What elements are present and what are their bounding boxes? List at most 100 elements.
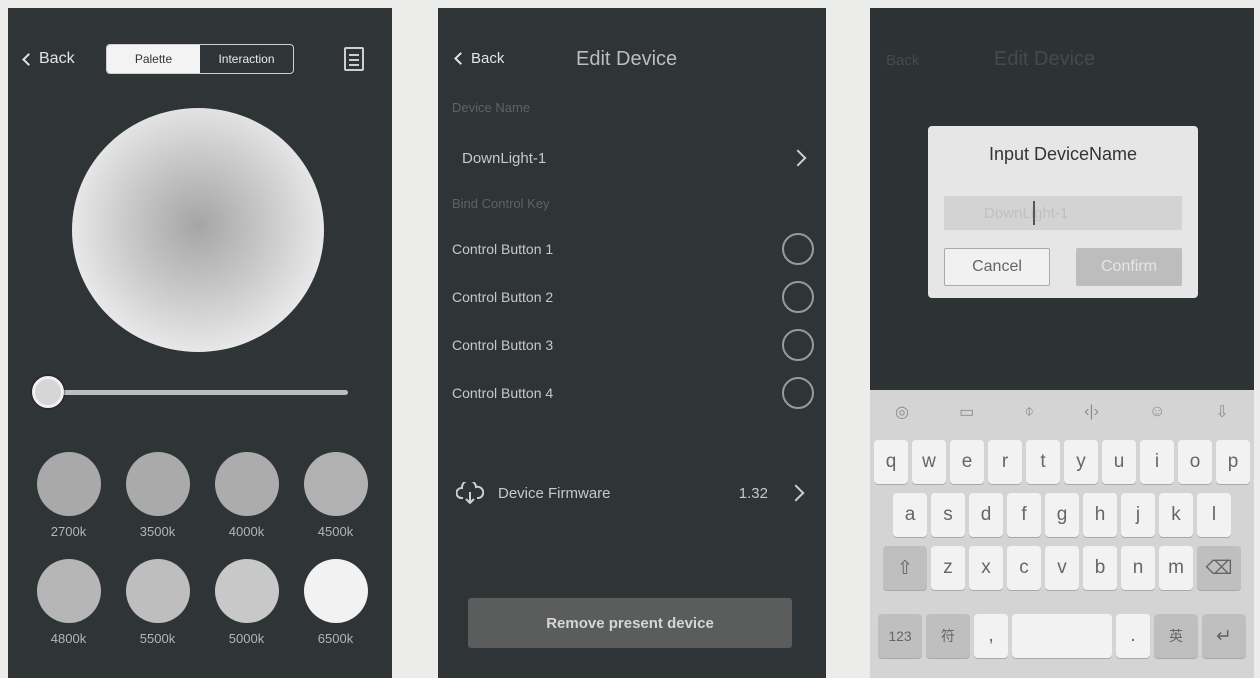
keyboard-logo-icon[interactable]: ◎ <box>895 402 909 422</box>
shift-key-icon[interactable]: ⇧ <box>883 546 927 590</box>
key[interactable]: d <box>969 493 1003 537</box>
device-name-row[interactable]: DownLight-1 <box>452 144 814 172</box>
radio-circle-icon[interactable] <box>782 233 814 265</box>
radio-circle-icon[interactable] <box>782 329 814 361</box>
radio-circle-icon[interactable] <box>782 377 814 409</box>
keyboard-row-3: ⇧ z x c v b n m ⌫ <box>870 546 1254 590</box>
enter-key-icon[interactable]: ↵ <box>1202 614 1246 658</box>
key[interactable]: f <box>1007 493 1041 537</box>
preset-swatch[interactable]: 4800k <box>24 559 113 646</box>
swatch-dot[interactable] <box>303 452 368 516</box>
color-temperature-presets: 2700k 3500k 4000k 4500k 4800k 5500k 5000k 6500k <box>24 452 380 646</box>
swatch-label: 4500k <box>317 524 354 539</box>
control-button-label: Control Button 1 <box>452 241 554 257</box>
key[interactable]: 123 <box>878 614 922 658</box>
key[interactable]: a <box>893 493 927 537</box>
swatch-dot[interactable] <box>125 452 190 516</box>
preset-swatch[interactable]: 6500k <box>291 559 380 646</box>
key[interactable]: r <box>988 440 1022 484</box>
key[interactable]: c <box>1007 546 1041 590</box>
edit-note-icon[interactable] <box>344 47 364 71</box>
key[interactable]: n <box>1121 546 1155 590</box>
control-button-row[interactable]: Control Button 3 <box>452 328 814 362</box>
chevron-right-icon <box>787 484 805 502</box>
key[interactable]: e <box>950 440 984 484</box>
back-button[interactable]: Back <box>22 50 75 68</box>
firmware-row[interactable]: Device Firmware 1.32 <box>456 482 810 504</box>
swatch-label: 4800k <box>50 631 87 646</box>
key[interactable]: o <box>1178 440 1212 484</box>
key[interactable]: g <box>1045 493 1079 537</box>
key[interactable]: b <box>1083 546 1117 590</box>
tab-palette[interactable]: Palette <box>107 45 200 73</box>
key[interactable]: t <box>1026 440 1060 484</box>
control-button-row[interactable]: Control Button 2 <box>452 280 814 314</box>
key[interactable]: p <box>1216 440 1250 484</box>
back-button-dimmed: Back <box>886 52 920 69</box>
brightness-slider-thumb[interactable] <box>32 376 64 408</box>
swatch-label: 5500k <box>139 631 176 646</box>
backspace-key-icon[interactable]: ⌫ <box>1197 546 1241 590</box>
device-name-input[interactable] <box>944 196 1182 230</box>
key[interactable]: h <box>1083 493 1117 537</box>
control-button-row[interactable]: Control Button 4 <box>452 376 814 410</box>
hide-keyboard-icon[interactable]: ⇩ <box>1215 402 1228 422</box>
key[interactable]: l <box>1197 493 1231 537</box>
key[interactable]: m <box>1159 546 1193 590</box>
key[interactable]: , <box>974 614 1008 658</box>
keyboard-layout-icon[interactable]: ▭ <box>959 402 974 422</box>
emoji-icon[interactable]: ☺ <box>1149 403 1165 421</box>
swatch-dot[interactable] <box>125 559 190 623</box>
key[interactable]: . <box>1116 614 1150 658</box>
swatch-label: 3500k <box>139 524 176 539</box>
brightness-slider-track[interactable] <box>48 390 348 395</box>
palette-screen: Back Palette Interaction 2700k 3500k 4000k… <box>8 8 392 678</box>
soft-keyboard: ◎ ▭ ⌽ ‹|› ☺ ⇩ qwertyuiop asdfghjkl ⇧ z x c v… <box>870 390 1254 678</box>
key[interactable]: 符 <box>926 614 970 658</box>
preset-swatch[interactable]: 5000k <box>202 559 291 646</box>
swatch-dot[interactable] <box>214 559 279 623</box>
confirm-button[interactable]: Confirm <box>1076 248 1182 286</box>
chevron-right-icon <box>789 149 807 167</box>
preset-swatch[interactable]: 3500k <box>113 452 202 539</box>
preset-swatch[interactable]: 4000k <box>202 452 291 539</box>
swatch-dot[interactable] <box>36 559 101 623</box>
keyboard-toolbar: ◎ ▭ ⌽ ‹|› ☺ ⇩ <box>870 390 1254 434</box>
swatch-dot[interactable] <box>303 559 368 623</box>
swatch-dot[interactable] <box>214 452 279 516</box>
tab-interaction[interactable]: Interaction <box>200 45 293 73</box>
key[interactable]: v <box>1045 546 1079 590</box>
control-button-label: Control Button 3 <box>452 337 554 353</box>
remove-device-button[interactable]: Remove present device <box>468 598 792 648</box>
key[interactable]: z <box>931 546 965 590</box>
control-button-label: Control Button 2 <box>452 289 554 305</box>
back-button[interactable]: Back <box>454 50 504 67</box>
preset-swatch[interactable]: 2700k <box>24 452 113 539</box>
preset-swatch[interactable]: 4500k <box>291 452 380 539</box>
dialog-title: Input DeviceName <box>988 144 1138 164</box>
space-key[interactable] <box>1012 614 1112 658</box>
bind-control-section-label: Bind Control Key <box>452 196 550 211</box>
key[interactable]: i <box>1140 440 1174 484</box>
key[interactable]: 英 <box>1154 614 1198 658</box>
key[interactable]: w <box>912 440 946 484</box>
cursor-move-icon[interactable]: ‹|› <box>1084 403 1099 421</box>
input-device-name-dialog: Input DeviceName Cancel Confirm <box>928 126 1198 298</box>
color-wheel[interactable] <box>72 108 324 352</box>
cancel-button[interactable]: Cancel <box>944 248 1050 286</box>
key[interactable]: u <box>1102 440 1136 484</box>
preset-swatch[interactable]: 5500k <box>113 559 202 646</box>
key[interactable]: q <box>874 440 908 484</box>
key[interactable]: k <box>1159 493 1193 537</box>
key[interactable]: j <box>1121 493 1155 537</box>
control-button-row[interactable]: Control Button 1 <box>452 232 814 266</box>
mode-segmented-control: Palette Interaction <box>106 44 294 74</box>
radio-circle-icon[interactable] <box>782 281 814 313</box>
device-name-value: DownLight-1 <box>462 149 547 167</box>
key[interactable]: y <box>1064 440 1098 484</box>
swatch-dot[interactable] <box>36 452 101 516</box>
control-button-label: Control Button 4 <box>452 385 554 401</box>
key[interactable]: s <box>931 493 965 537</box>
key[interactable]: x <box>969 546 1003 590</box>
microphone-icon[interactable]: ⌽ <box>1024 403 1034 421</box>
